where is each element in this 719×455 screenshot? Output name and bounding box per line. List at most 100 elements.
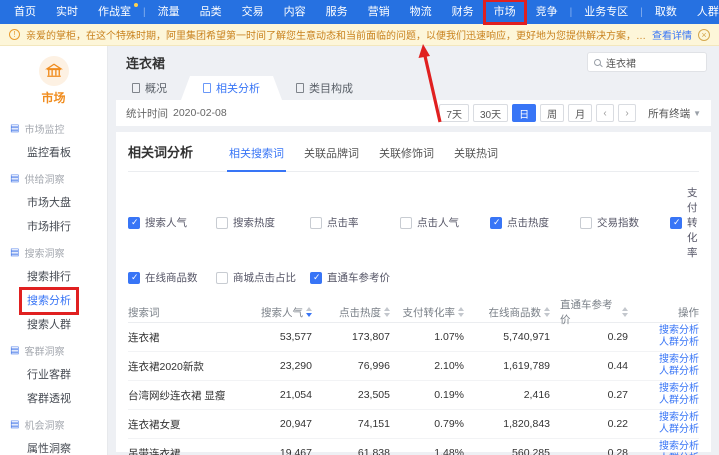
document-icon bbox=[132, 83, 140, 93]
filter-在线商品数[interactable]: 在线商品数 bbox=[128, 270, 216, 285]
nav-item-业务专区[interactable]: 业务专区 bbox=[574, 0, 638, 24]
action-link-搜索分析[interactable]: 搜索分析 bbox=[659, 383, 699, 395]
subtab-关联热词[interactable]: 关联热词 bbox=[444, 145, 508, 171]
filter-搜索热度[interactable]: 搜索热度 bbox=[216, 185, 310, 260]
sidebar-item-行业客群[interactable]: 行业客群 bbox=[0, 362, 107, 386]
period-button-日[interactable]: 日 bbox=[512, 104, 536, 122]
sidebar-item-市场大盘[interactable]: 市场大盘 bbox=[0, 190, 107, 214]
checkbox-unchecked[interactable] bbox=[580, 217, 592, 229]
period-button-月[interactable]: 月 bbox=[568, 104, 592, 122]
nav-item-流量[interactable]: 流量 bbox=[148, 0, 190, 24]
notification-badge-dot bbox=[134, 3, 138, 7]
filter-搜索人气[interactable]: 搜索人气 bbox=[128, 185, 216, 260]
period-button-周[interactable]: 周 bbox=[540, 104, 564, 122]
filter-直通车参考价[interactable]: 直通车参考价 bbox=[310, 270, 400, 285]
action-link-搜索分析[interactable]: 搜索分析 bbox=[659, 412, 699, 424]
value-cell: 0.27 bbox=[560, 389, 638, 401]
action-link-搜索分析[interactable]: 搜索分析 bbox=[659, 441, 699, 453]
nav-item-首页[interactable]: 首页 bbox=[4, 0, 46, 24]
filter-点击率[interactable]: 点击率 bbox=[310, 185, 400, 260]
action-link-搜索分析[interactable]: 搜索分析 bbox=[659, 325, 699, 337]
nav-item-品类[interactable]: 品类 bbox=[190, 0, 232, 24]
action-link-人群分析[interactable]: 人群分析 bbox=[659, 337, 699, 349]
nav-item-内容[interactable]: 内容 bbox=[274, 0, 316, 24]
keyword-searchbox[interactable]: × bbox=[587, 52, 707, 72]
range-button-30天[interactable]: 30天 bbox=[473, 104, 508, 122]
notice-text: 亲爱的掌柜，在这个特殊时期，阿里集团希望第一时间了解您生意动态和当前面临的问题，… bbox=[26, 27, 646, 42]
sidebar-item-监控看板[interactable]: 监控看板 bbox=[0, 140, 107, 164]
filter-支付转化率[interactable]: 支付转化率 bbox=[670, 185, 699, 260]
checkbox-unchecked[interactable] bbox=[216, 272, 228, 284]
next-button[interactable]: › bbox=[618, 104, 636, 122]
section-title: 相关词分析 bbox=[128, 142, 193, 171]
filter-点击人气[interactable]: 点击人气 bbox=[400, 185, 490, 260]
checkbox-checked[interactable] bbox=[490, 217, 502, 229]
filter-商城点击占比[interactable]: 商城点击占比 bbox=[216, 270, 310, 285]
action-link-人群分析[interactable]: 人群分析 bbox=[659, 366, 699, 378]
nav-item-作战室[interactable]: 作战室 bbox=[88, 0, 141, 24]
range-button-7天[interactable]: 7天 bbox=[439, 104, 469, 122]
main-tab-概况[interactable]: 概况 bbox=[118, 76, 181, 100]
action-link-人群分析[interactable]: 人群分析 bbox=[659, 395, 699, 407]
sidebar-item-属性洞察[interactable]: 属性洞察 bbox=[0, 436, 107, 455]
nav-item-交易[interactable]: 交易 bbox=[232, 0, 274, 24]
sort-icon bbox=[622, 307, 628, 317]
column-header-支付转化率[interactable]: 支付转化率 bbox=[400, 305, 474, 320]
nav-item-市场[interactable]: 市场 bbox=[484, 0, 526, 24]
sidebar-item-市场排行[interactable]: 市场排行 bbox=[0, 214, 107, 238]
keyword-search-input[interactable] bbox=[606, 57, 719, 68]
checkbox-checked[interactable] bbox=[128, 272, 140, 284]
sidebar-item-搜索排行[interactable]: 搜索排行 bbox=[0, 264, 107, 288]
nav-item-label: 市场 bbox=[494, 6, 516, 18]
checkbox-unchecked[interactable] bbox=[310, 217, 322, 229]
checkbox-checked[interactable] bbox=[670, 217, 682, 229]
sidebar-item-搜索分析[interactable]: 搜索分析 bbox=[0, 288, 107, 312]
nav-item-竞争[interactable]: 竞争 bbox=[526, 0, 568, 24]
value-cell: 1,619,789 bbox=[474, 360, 560, 372]
action-link-人群分析[interactable]: 人群分析 bbox=[659, 424, 699, 436]
nav-item-label: 交易 bbox=[242, 6, 264, 18]
column-header-在线商品数[interactable]: 在线商品数 bbox=[474, 305, 560, 320]
nav-item-实时[interactable]: 实时 bbox=[46, 0, 88, 24]
filter-点击热度[interactable]: 点击热度 bbox=[490, 185, 580, 260]
search-term-cell: 连衣裙2020新款 bbox=[128, 359, 248, 374]
sidebar-item-label: 市场排行 bbox=[27, 221, 71, 233]
column-header-直通车参考价[interactable]: 直通车参考价 bbox=[560, 297, 638, 327]
checkbox-checked[interactable] bbox=[310, 272, 322, 284]
main-tab-相关分析[interactable]: 相关分析 bbox=[181, 76, 282, 100]
nav-separator: | bbox=[568, 7, 575, 18]
nav-item-label: 营销 bbox=[368, 6, 390, 18]
prev-button[interactable]: ‹ bbox=[596, 104, 614, 122]
checkbox-checked[interactable] bbox=[128, 217, 140, 229]
book-icon: ▤ bbox=[10, 346, 19, 356]
column-header-点击热度[interactable]: 点击热度 bbox=[322, 305, 400, 320]
notice-detail-link[interactable]: 查看详情 bbox=[652, 27, 692, 42]
nav-item-营销[interactable]: 营销 bbox=[358, 0, 400, 24]
sidebar-item-客群透视[interactable]: 客群透视 bbox=[0, 386, 107, 410]
main-tab-类目构成[interactable]: 类目构成 bbox=[282, 76, 367, 100]
nav-item-人群管理[interactable]: 人群管理 bbox=[687, 0, 719, 24]
nav-item-取数[interactable]: 取数 bbox=[645, 0, 687, 24]
book-icon: ▤ bbox=[10, 174, 19, 184]
subtab-相关搜索词[interactable]: 相关搜索词 bbox=[219, 145, 294, 171]
table-row: 连衣裙2020新款23,29076,9962.10%1,619,7890.44搜… bbox=[128, 352, 699, 381]
filter-label: 交易指数 bbox=[597, 215, 639, 230]
nav-item-物流[interactable]: 物流 bbox=[400, 0, 442, 24]
notice-close-icon[interactable]: × bbox=[698, 29, 710, 41]
subtab-关联品牌词[interactable]: 关联品牌词 bbox=[294, 145, 369, 171]
column-header-搜索人气[interactable]: 搜索人气 bbox=[248, 305, 322, 320]
sidebar-group-title: ▤机会洞察 bbox=[0, 410, 107, 436]
action-link-搜索分析[interactable]: 搜索分析 bbox=[659, 354, 699, 366]
checkbox-unchecked[interactable] bbox=[400, 217, 412, 229]
nav-item-财务[interactable]: 财务 bbox=[442, 0, 484, 24]
filter-交易指数[interactable]: 交易指数 bbox=[580, 185, 670, 260]
nav-item-服务[interactable]: 服务 bbox=[316, 0, 358, 24]
info-icon bbox=[9, 29, 20, 40]
sort-icon bbox=[544, 307, 550, 317]
book-icon: ▤ bbox=[10, 124, 19, 134]
checkbox-unchecked[interactable] bbox=[216, 217, 228, 229]
terminal-select[interactable]: 所有终端 ▼ bbox=[648, 106, 701, 121]
top-nav: 首页实时作战室|流量品类交易内容服务营销物流财务市场竞争|业务专区|取数人群管理… bbox=[0, 0, 719, 24]
subtab-关联修饰词[interactable]: 关联修饰词 bbox=[369, 145, 444, 171]
sidebar-item-搜索人群[interactable]: 搜索人群 bbox=[0, 312, 107, 336]
